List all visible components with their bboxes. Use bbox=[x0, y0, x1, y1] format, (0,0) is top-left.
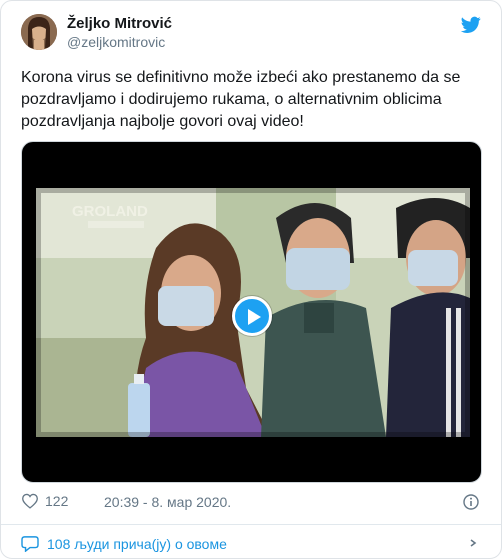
tweet-header: Željko Mitrović @zeljkomitrovic bbox=[21, 14, 481, 54]
watermark: GROLAND bbox=[72, 203, 148, 220]
author-name[interactable]: Željko Mitrović bbox=[67, 15, 172, 32]
play-icon bbox=[248, 309, 261, 325]
tweet-card[interactable]: Željko Mitrović @zeljkomitrovic Korona v… bbox=[0, 0, 502, 559]
people-talking-text[interactable]: 108 људи прича(ју) о овоме bbox=[47, 536, 227, 552]
like-count: 122 bbox=[45, 493, 69, 509]
video-player[interactable]: GROLAND bbox=[21, 141, 482, 483]
like-button[interactable]: 122 bbox=[21, 493, 68, 509]
tweet-meta: 122 20:39 - 8. мар 2020. bbox=[21, 493, 481, 513]
timestamp[interactable]: 20:39 - 8. мар 2020. bbox=[104, 494, 231, 510]
info-icon[interactable] bbox=[463, 494, 479, 510]
speech-bubble-icon bbox=[21, 536, 39, 552]
author-handle[interactable]: @zeljkomitrovic bbox=[67, 34, 165, 50]
play-button[interactable] bbox=[232, 296, 272, 336]
avatar[interactable] bbox=[21, 14, 57, 50]
conversation-link[interactable]: 108 људи прича(ју) о овоме bbox=[21, 533, 481, 555]
tweet-text: Korona virus se definitivno može izbeći … bbox=[21, 69, 461, 130]
chevron-right-icon[interactable] bbox=[467, 539, 479, 547]
divider bbox=[1, 524, 501, 525]
twitter-bird-icon[interactable] bbox=[461, 16, 481, 34]
heart-icon bbox=[22, 493, 38, 509]
